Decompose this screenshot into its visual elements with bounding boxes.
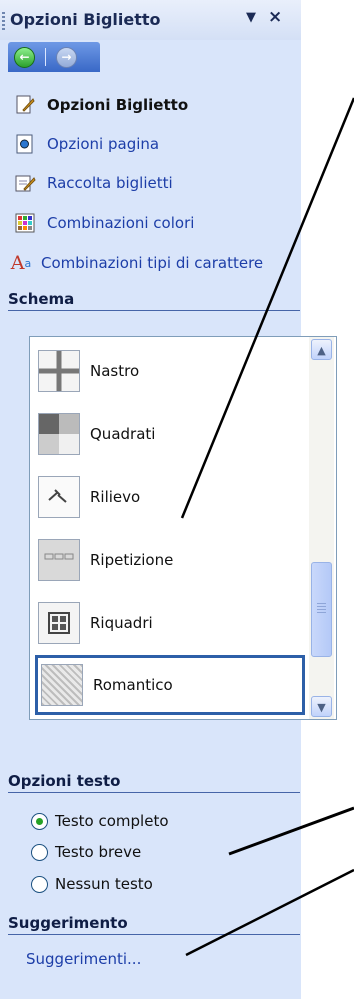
callout-line-schema <box>180 97 354 519</box>
callout-line-text-options <box>228 806 354 856</box>
callout-line-hints <box>185 868 354 957</box>
callout-lines <box>180 97 354 957</box>
